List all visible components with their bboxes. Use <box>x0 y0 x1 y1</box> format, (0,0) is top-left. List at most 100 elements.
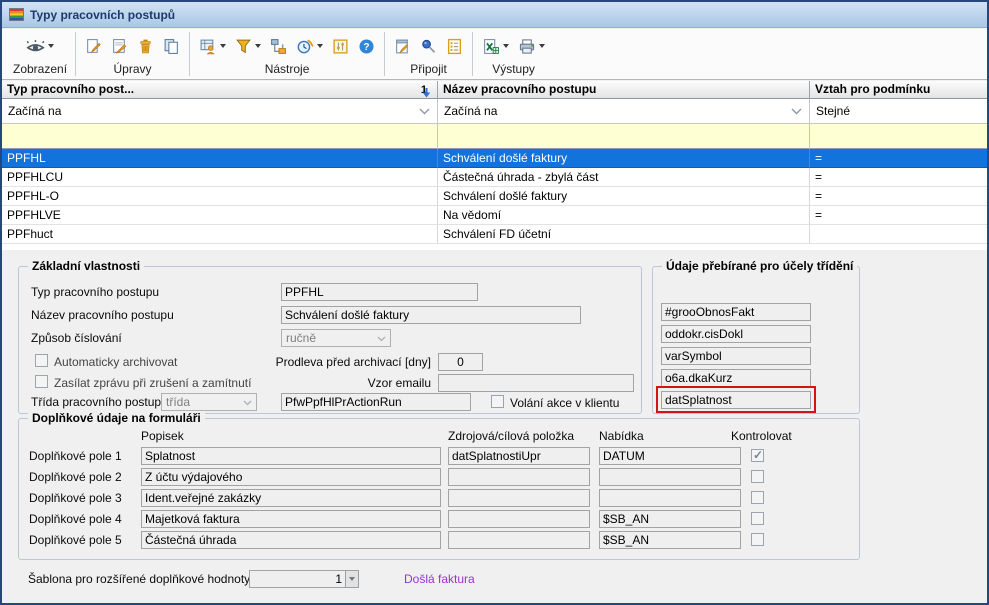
field-label: Název pracovního postupu <box>31 306 174 324</box>
column-label: Zdrojová/cílová položka <box>448 427 574 445</box>
sorting-item-field[interactable] <box>661 303 811 321</box>
filter-operator-vztah[interactable]: Stejné <box>810 99 987 124</box>
prodleva-field[interactable] <box>438 353 483 371</box>
history-button[interactable] <box>295 37 324 56</box>
toolbar-group-label: Zobrazení <box>13 62 67 78</box>
help-icon: ? <box>358 38 375 55</box>
toolbar-group-nastroje: ? Nástroje <box>191 29 383 79</box>
filter-input-nazev[interactable] <box>438 124 810 149</box>
title-bar: Typy pracovních postupů <box>2 2 987 28</box>
filter-input-vztah[interactable] <box>810 124 987 149</box>
kontrolovat-checkbox[interactable] <box>751 470 764 483</box>
nazev-postupu-field[interactable] <box>281 306 581 324</box>
filter-funnel-icon <box>235 38 252 55</box>
table-row[interactable]: PPFHL-O Schválení došlé faktury = <box>2 187 987 206</box>
toolbar-separator <box>384 32 385 76</box>
column-header-typ[interactable]: Typ pracovního post... 1 <box>2 81 438 99</box>
actions-button[interactable] <box>198 37 227 56</box>
table-row[interactable]: PPFHL Schválení došlé faktury = <box>2 149 987 168</box>
nabidka-field[interactable] <box>599 510 741 528</box>
new-record-button[interactable] <box>84 37 103 56</box>
column-header-nazev[interactable]: Název pracovního postupu <box>438 81 810 99</box>
zdroj-field[interactable] <box>448 468 590 486</box>
zdroj-field[interactable] <box>448 447 590 465</box>
help-button[interactable]: ? <box>357 37 376 56</box>
sorting-item-field[interactable] <box>661 347 811 365</box>
field-label: Typ pracovního postupu <box>31 283 159 301</box>
filter-input-typ[interactable] <box>2 124 438 149</box>
toolbar-group-upravy: Úpravy <box>77 29 188 79</box>
popisek-field[interactable] <box>141 468 441 486</box>
trida-class-field[interactable] <box>281 393 471 411</box>
records-grid: Typ pracovního post... 1 Název pracovníh… <box>2 81 987 250</box>
view-button[interactable] <box>25 37 55 56</box>
zdroj-field[interactable] <box>448 531 590 549</box>
excel-export-button[interactable] <box>481 37 510 56</box>
note-button[interactable] <box>393 37 412 56</box>
settings-sliders-icon <box>332 38 349 55</box>
delete-record-button[interactable] <box>136 37 155 56</box>
popisek-field[interactable] <box>141 510 441 528</box>
table-row[interactable]: PPFHLCU Částečná úhrada - zbylá část = <box>2 168 987 187</box>
kontrolovat-checkbox[interactable] <box>751 512 764 525</box>
trida-select[interactable]: třída <box>161 393 257 411</box>
actions-icon <box>199 38 217 55</box>
nabidka-field[interactable] <box>599 531 741 549</box>
kontrolovat-checkbox[interactable] <box>751 533 764 546</box>
zdroj-field[interactable] <box>448 510 590 528</box>
relations-button[interactable] <box>269 37 288 56</box>
chevron-down-icon <box>791 108 802 115</box>
zpusob-cislovani-select[interactable]: ručně <box>281 329 391 347</box>
column-label: Popisek <box>141 427 184 445</box>
popisek-field[interactable] <box>141 447 441 465</box>
edit-record-button[interactable] <box>110 37 129 56</box>
dosla-faktura-link[interactable]: Došlá faktura <box>404 570 475 588</box>
delete-record-icon <box>137 38 154 55</box>
table-row[interactable]: PPFHLVE Na vědomí = <box>2 206 987 225</box>
filter-operator-typ[interactable]: Začíná na <box>2 99 438 124</box>
column-label: Nabídka <box>599 427 644 445</box>
settings-button[interactable] <box>331 37 350 56</box>
app-rainbow-icon <box>9 8 24 21</box>
kontrolovat-checkbox[interactable] <box>751 449 764 462</box>
popisek-field[interactable] <box>141 531 441 549</box>
field-label: Třída pracovního postupu <box>31 393 168 411</box>
history-clock-icon <box>296 38 314 55</box>
table-row[interactable]: PPFhuct Schválení FD účetní <box>2 225 987 244</box>
zdroj-field[interactable] <box>448 489 590 507</box>
print-button[interactable] <box>517 37 546 56</box>
zasilat-zpravu-checkbox[interactable] <box>35 375 48 388</box>
nabidka-field[interactable] <box>599 489 741 507</box>
sort-arrow-down-icon <box>422 88 431 98</box>
nabidka-field[interactable] <box>599 468 741 486</box>
relations-icon <box>270 38 287 55</box>
chevron-down-icon <box>349 577 355 581</box>
column-header-vztah[interactable]: Vztah pro podmínku <box>810 81 987 99</box>
filter-button[interactable] <box>234 37 262 56</box>
group-sorting-data: Údaje přebírané pro účely třídění <box>652 266 860 414</box>
sorting-item-field[interactable] <box>661 369 811 387</box>
note-icon <box>394 38 411 55</box>
auto-archivovat-checkbox[interactable] <box>35 354 48 367</box>
volani-akce-checkbox[interactable] <box>491 395 504 408</box>
sorting-item-field[interactable] <box>661 325 811 343</box>
chevron-down-icon <box>419 108 430 115</box>
copy-record-button[interactable] <box>162 37 181 56</box>
sablona-spinner-field[interactable] <box>249 570 346 588</box>
group-basic-properties: Základní vlastnosti Typ pracovního postu… <box>18 266 642 414</box>
checklist-button[interactable] <box>445 37 464 56</box>
field-label: Doplňkové pole 1 <box>29 447 122 465</box>
typ-postupu-field[interactable] <box>281 283 478 301</box>
vzor-emailu-field[interactable] <box>438 374 634 392</box>
new-record-icon <box>85 38 102 55</box>
kontrolovat-checkbox[interactable] <box>751 491 764 504</box>
chevron-down-icon <box>220 44 226 48</box>
nabidka-field[interactable] <box>599 447 741 465</box>
spinner-button[interactable] <box>345 570 359 588</box>
field-label: Doplňkové pole 2 <box>29 468 122 486</box>
popisek-field[interactable] <box>141 489 441 507</box>
sorting-item-field[interactable] <box>661 391 811 409</box>
filter-operator-nazev[interactable]: Začíná na <box>438 99 810 124</box>
pin-button[interactable] <box>419 37 438 56</box>
toolbar-group-label: Úpravy <box>84 62 181 78</box>
